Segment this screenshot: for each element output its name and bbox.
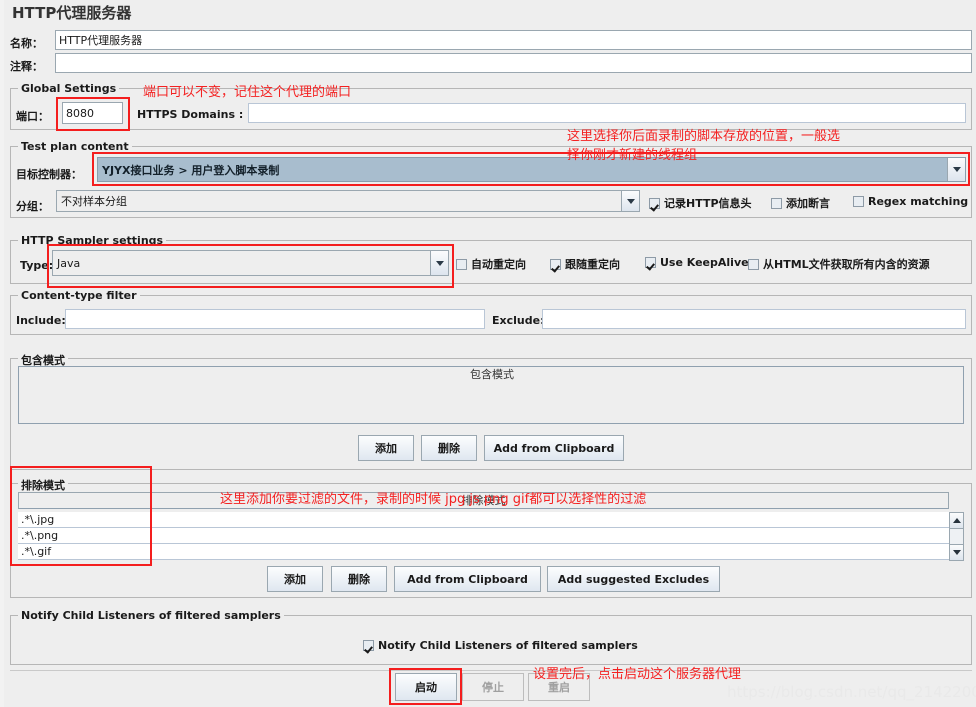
annotation-exclude-note-a: 这里添加你要过滤的文件，录制的时候	[220, 492, 446, 507]
annotation-start-note: 设置完后，点击启动这个服务器代理	[533, 667, 742, 682]
checkbox-label: 自动重定向	[471, 258, 526, 271]
checkbox-follow-redirect[interactable]: 跟随重定向	[550, 256, 620, 272]
annotation-exclude-note: 这里添加你要过滤的文件，录制的时候 jpg js png gif都可以选择性的过…	[220, 488, 646, 507]
checkbox-use-keepalive[interactable]: Use KeepAlive	[645, 256, 749, 269]
include-delete-button[interactable]: 删除	[421, 435, 477, 461]
panel-body: HTTP代理服务器 名称： HTTP代理服务器 注释： Global Setti…	[4, 0, 976, 707]
checkbox-box	[363, 640, 374, 651]
grouping-value: 不对样本分组	[61, 195, 127, 208]
port-label: 端口：	[16, 110, 49, 123]
type-combo[interactable]: Java	[52, 250, 449, 276]
checkbox-label: Notify Child Listeners of filtered sampl…	[378, 639, 638, 652]
checkbox-regex-matching[interactable]: Regex matching	[853, 195, 968, 208]
table-row[interactable]: .*\.png	[18, 528, 949, 544]
checkbox-box	[550, 258, 561, 270]
chevron-down-icon[interactable]	[621, 191, 639, 211]
target-controller-combo[interactable]: YJYX接口业务 > 用户登入脚本录制	[97, 157, 966, 182]
checkbox-label: 跟随重定向	[565, 258, 620, 271]
http-sampler-settings-title: HTTP Sampler settings	[18, 234, 167, 247]
annotation-exclude-note-c: 都可以选择性的过滤	[529, 492, 647, 507]
annotation-exclude-note-b: jpg js png gif	[445, 492, 530, 507]
start-button[interactable]: 启动	[395, 673, 457, 701]
page-title: HTTP代理服务器	[12, 4, 132, 22]
content-type-filter-title: Content-type filter	[18, 289, 140, 302]
include-add-from-clipboard-button[interactable]: Add from Clipboard	[484, 435, 624, 461]
checkbox-box	[748, 258, 759, 270]
grouping-combo[interactable]: 不对样本分组	[56, 190, 640, 212]
include-input[interactable]	[65, 309, 485, 329]
checkbox-notify-child-listeners[interactable]: Notify Child Listeners of filtered sampl…	[363, 639, 638, 652]
stop-button: 停止	[462, 673, 524, 701]
name-label: 名称：	[10, 37, 43, 50]
include-add-button[interactable]: 添加	[358, 435, 414, 461]
include-patterns-table[interactable]: 包含模式	[18, 366, 964, 424]
https-domains-label: HTTPS Domains :	[137, 108, 244, 121]
checkbox-box	[853, 196, 864, 207]
notify-child-listeners-title: Notify Child Listeners of filtered sampl…	[18, 609, 284, 622]
exclude-input[interactable]	[542, 309, 966, 329]
bottom-divider	[10, 670, 972, 671]
checkbox-label: 添加断言	[786, 197, 830, 210]
checkbox-box	[645, 257, 656, 268]
chevron-down-icon[interactable]	[947, 158, 965, 181]
name-input[interactable]: HTTP代理服务器	[55, 30, 972, 50]
grouping-label: 分组：	[16, 200, 49, 213]
exclude-add-from-clipboard-button[interactable]: Add from Clipboard	[394, 566, 541, 592]
https-domains-input[interactable]	[248, 103, 966, 123]
checkbox-record-http-headers[interactable]: 记录HTTP信息头	[649, 195, 752, 211]
checkbox-box	[771, 197, 782, 209]
annotation-controller-note-line2: 择你刚才新建的线程组	[567, 148, 698, 163]
include-patterns-column-header: 包含模式	[19, 367, 963, 385]
checkbox-add-assertions[interactable]: 添加断言	[771, 195, 830, 211]
checkbox-label: Use KeepAlive	[660, 256, 749, 269]
test-plan-content-title: Test plan content	[18, 140, 132, 153]
checkbox-label: 从HTML文件获取所有内含的资源	[763, 258, 930, 271]
port-input[interactable]: 8080	[62, 102, 123, 124]
annotation-controller-note-line1: 这里选择你后面录制的脚本存放的位置，一般选	[567, 129, 841, 144]
scroll-up-icon[interactable]	[950, 513, 963, 529]
checkbox-retrieve-embedded-resources[interactable]: 从HTML文件获取所有内含的资源	[748, 256, 930, 272]
table-row[interactable]: .*\.gif	[18, 544, 949, 560]
checkbox-label: 记录HTTP信息头	[664, 197, 752, 210]
checkbox-box	[456, 258, 467, 270]
exclude-delete-button[interactable]: 删除	[331, 566, 387, 592]
http-proxy-server-panel: HTTP代理服务器 名称： HTTP代理服务器 注释： Global Setti…	[0, 0, 976, 707]
watermark: https://blog.csdn.net/qq_21422005	[727, 683, 976, 701]
checkbox-box	[649, 197, 660, 209]
type-value: Java	[57, 256, 81, 270]
exclude-label: Exclude:	[492, 314, 545, 327]
checkbox-auto-redirect[interactable]: 自动重定向	[456, 256, 526, 272]
exclude-add-button[interactable]: 添加	[267, 566, 323, 592]
include-label: Include:	[16, 314, 66, 327]
include-patterns-empty-body	[19, 384, 963, 423]
scroll-down-icon[interactable]	[950, 544, 963, 560]
exclude-patterns-scrollbar[interactable]	[949, 512, 964, 561]
annotation-port-note: 端口可以不变，记住这个代理的端口	[143, 85, 352, 100]
checkbox-label: Regex matching	[868, 195, 969, 208]
exclude-patterns-title: 排除模式	[18, 477, 68, 493]
global-settings-title: Global Settings	[18, 82, 120, 95]
target-controller-value: YJYX接口业务 > 用户登入脚本录制	[102, 163, 280, 177]
comment-input[interactable]	[55, 53, 972, 73]
target-controller-label: 目标控制器：	[16, 168, 82, 181]
chevron-down-icon[interactable]	[430, 251, 448, 275]
type-label: Type:	[20, 259, 54, 272]
add-suggested-excludes-button[interactable]: Add suggested Excludes	[547, 566, 720, 592]
table-row[interactable]: .*\.jpg	[18, 512, 949, 528]
comment-label: 注释：	[10, 60, 43, 73]
